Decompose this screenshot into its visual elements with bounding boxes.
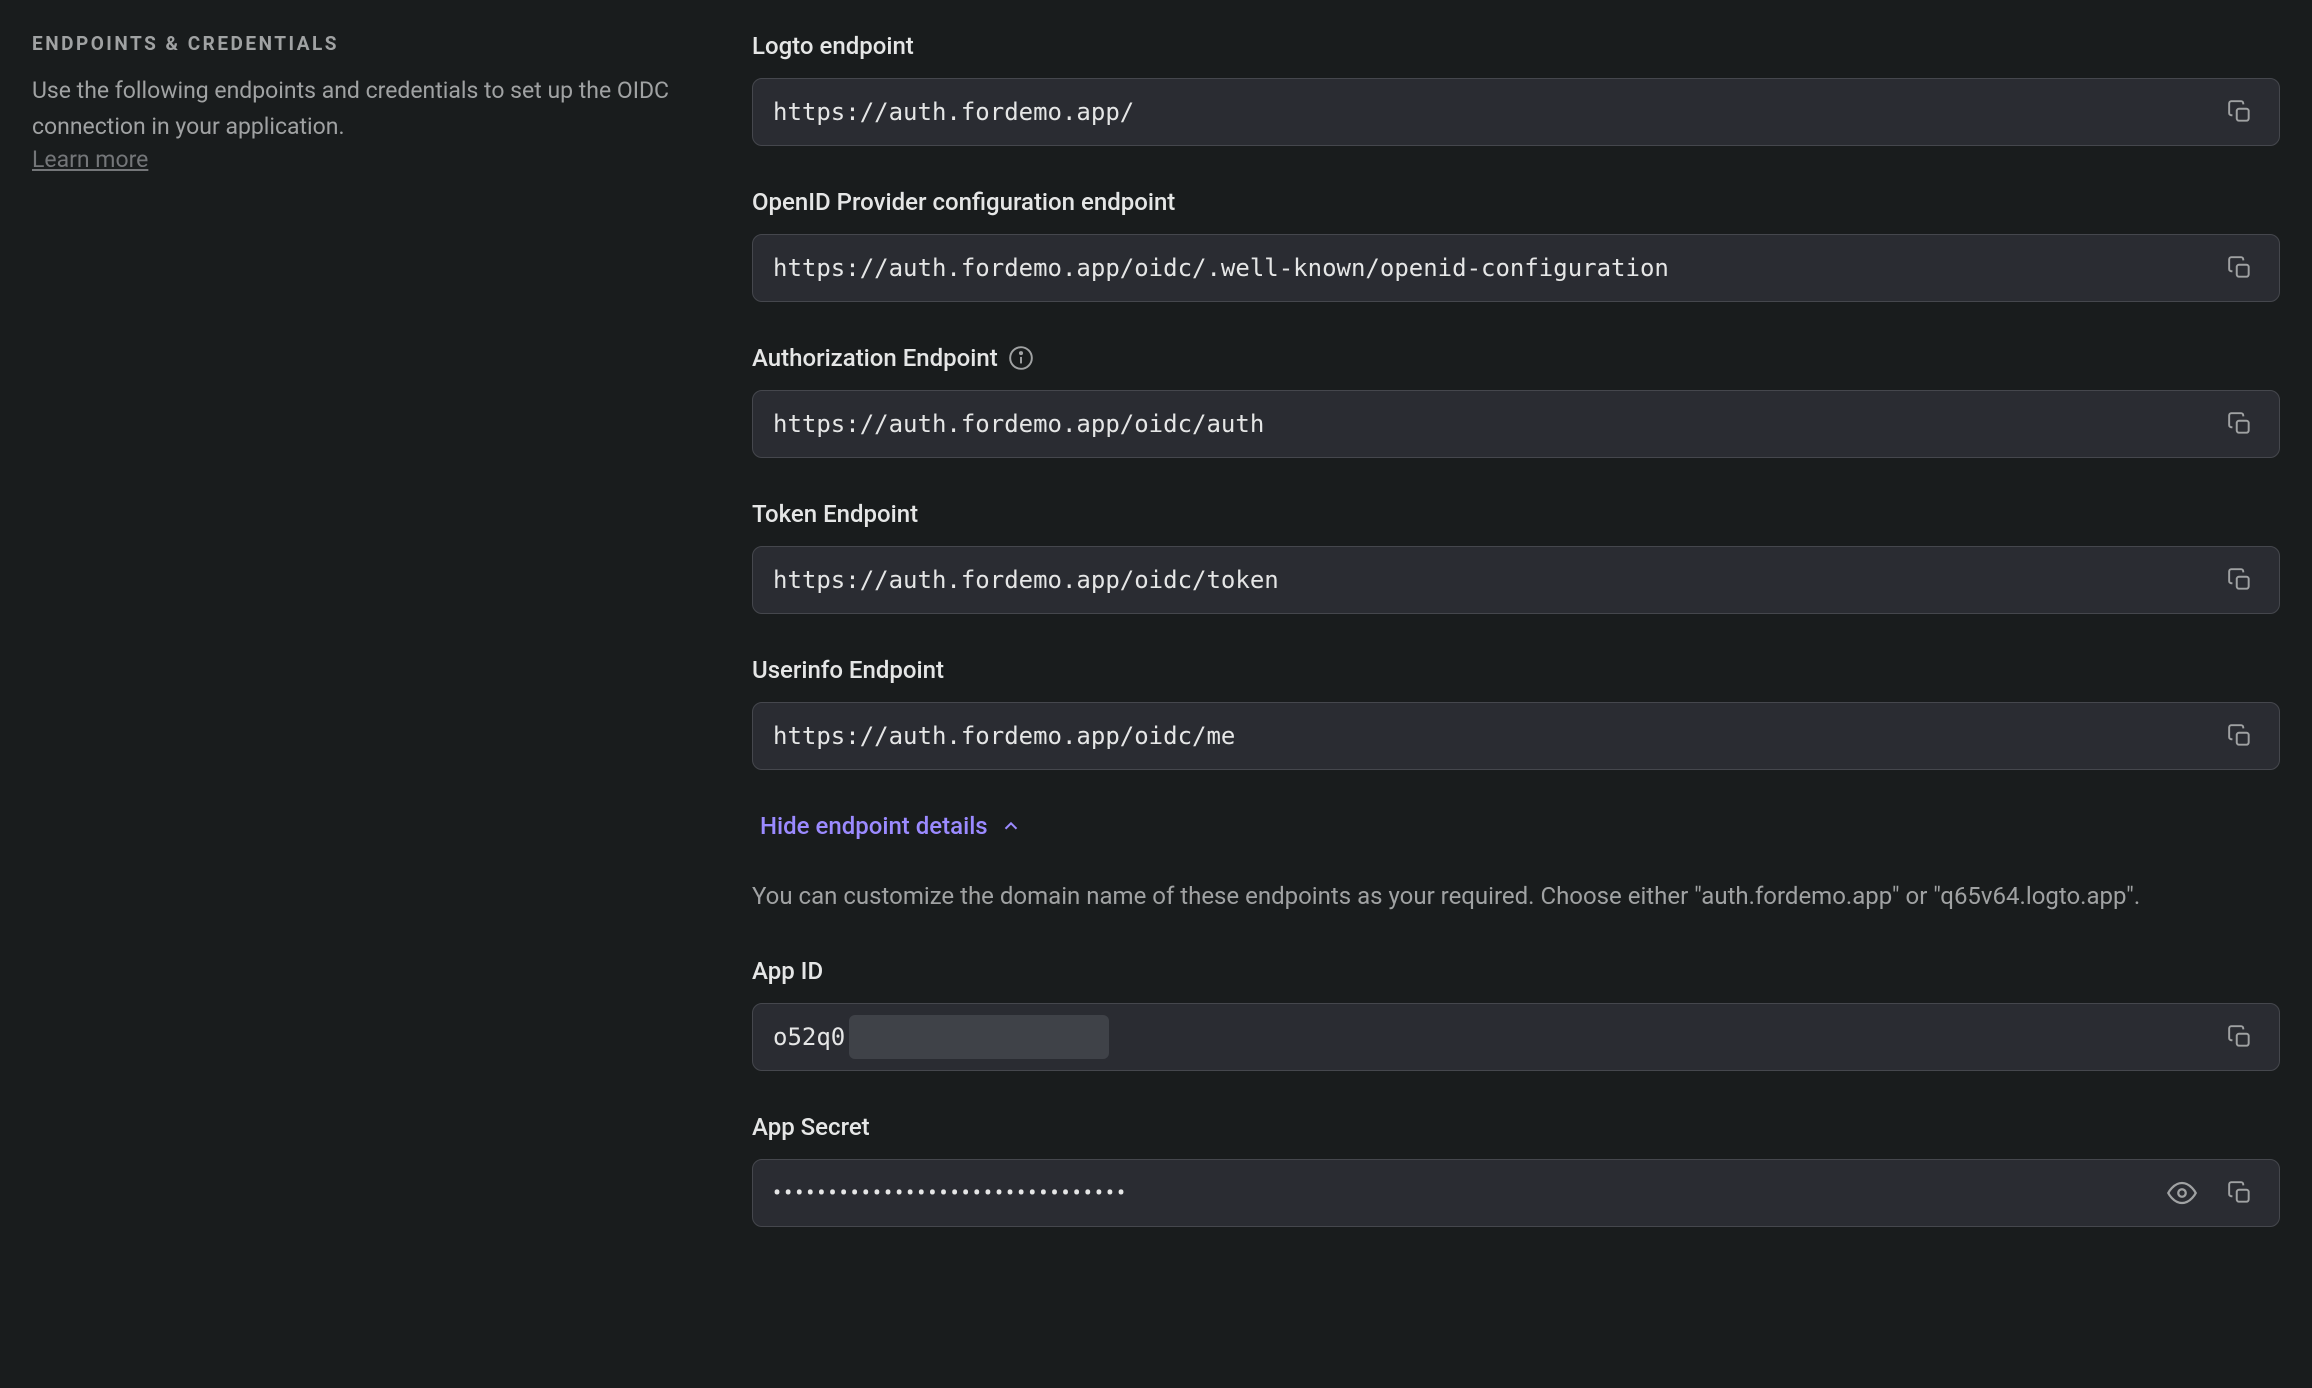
openid-config-box: https://auth.fordemo.app/oidc/.well-know… xyxy=(752,234,2280,302)
chevron-up-icon xyxy=(1000,815,1022,837)
copy-button[interactable] xyxy=(2221,405,2259,443)
copy-icon xyxy=(2227,255,2253,281)
logto-endpoint-box: https://auth.fordemo.app/ xyxy=(752,78,2280,146)
logto-endpoint-label: Logto endpoint xyxy=(752,32,2280,60)
copy-button[interactable] xyxy=(2221,717,2259,755)
copy-button[interactable] xyxy=(2221,249,2259,287)
main-content: Logto endpoint https://auth.fordemo.app/… xyxy=(752,32,2280,1269)
copy-icon xyxy=(2227,723,2253,749)
openid-config-value: https://auth.fordemo.app/oidc/.well-know… xyxy=(773,254,2221,282)
authorization-endpoint-label: Authorization Endpoint xyxy=(752,344,2280,372)
app-id-redacted xyxy=(849,1015,1109,1059)
app-id-value: o52q0 xyxy=(773,1023,845,1051)
copy-icon xyxy=(2227,1024,2253,1050)
section-title: Endpoints & Credentials xyxy=(32,32,692,55)
authorization-endpoint-value: https://auth.fordemo.app/oidc/auth xyxy=(773,410,2221,438)
copy-icon xyxy=(2227,567,2253,593)
copy-button[interactable] xyxy=(2221,561,2259,599)
copy-icon xyxy=(2227,99,2253,125)
app-id-value-wrap: o52q0 xyxy=(773,1015,2221,1059)
copy-button[interactable] xyxy=(2221,1018,2259,1056)
hide-endpoint-details-toggle[interactable]: Hide endpoint details xyxy=(752,812,1022,840)
copy-button[interactable] xyxy=(2221,93,2259,131)
copy-icon xyxy=(2227,411,2253,437)
sidebar: Endpoints & Credentials Use the followin… xyxy=(32,32,692,1269)
reveal-button[interactable] xyxy=(2161,1172,2203,1214)
openid-config-field: OpenID Provider configuration endpoint h… xyxy=(752,188,2280,302)
info-icon[interactable] xyxy=(1008,345,1034,371)
copy-icon xyxy=(2227,1180,2253,1206)
learn-more-link[interactable]: Learn more xyxy=(32,146,692,173)
app-id-field: App ID o52q0 xyxy=(752,957,2280,1071)
userinfo-endpoint-box: https://auth.fordemo.app/oidc/me xyxy=(752,702,2280,770)
userinfo-endpoint-value: https://auth.fordemo.app/oidc/me xyxy=(773,722,2221,750)
copy-button[interactable] xyxy=(2221,1174,2259,1212)
app-secret-label: App Secret xyxy=(752,1113,2280,1141)
userinfo-endpoint-label: Userinfo Endpoint xyxy=(752,656,2280,684)
authorization-endpoint-label-text: Authorization Endpoint xyxy=(752,344,998,372)
token-endpoint-field: Token Endpoint https://auth.fordemo.app/… xyxy=(752,500,2280,614)
authorization-endpoint-box: https://auth.fordemo.app/oidc/auth xyxy=(752,390,2280,458)
domain-helper-text: You can customize the domain name of the… xyxy=(752,878,2280,915)
userinfo-endpoint-field: Userinfo Endpoint https://auth.fordemo.a… xyxy=(752,656,2280,770)
app-id-box: o52q0 xyxy=(752,1003,2280,1071)
token-endpoint-box: https://auth.fordemo.app/oidc/token xyxy=(752,546,2280,614)
app-secret-field: App Secret •••••••••••••••••••••••••••••… xyxy=(752,1113,2280,1227)
eye-icon xyxy=(2167,1178,2197,1208)
logto-endpoint-field: Logto endpoint https://auth.fordemo.app/ xyxy=(752,32,2280,146)
authorization-endpoint-field: Authorization Endpoint https://auth.ford… xyxy=(752,344,2280,458)
toggle-label: Hide endpoint details xyxy=(760,812,988,840)
app-id-label: App ID xyxy=(752,957,2280,985)
app-secret-value: •••••••••••••••••••••••••••••••• xyxy=(773,1179,2161,1207)
token-endpoint-value: https://auth.fordemo.app/oidc/token xyxy=(773,566,2221,594)
openid-config-label: OpenID Provider configuration endpoint xyxy=(752,188,2280,216)
section-description: Use the following endpoints and credenti… xyxy=(32,73,692,144)
app-secret-box: •••••••••••••••••••••••••••••••• xyxy=(752,1159,2280,1227)
token-endpoint-label: Token Endpoint xyxy=(752,500,2280,528)
logto-endpoint-value: https://auth.fordemo.app/ xyxy=(773,98,2221,126)
